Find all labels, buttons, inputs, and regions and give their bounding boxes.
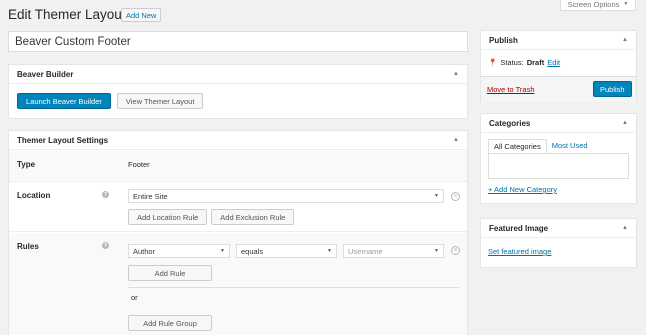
rule-field-select[interactable]: Author ▼ [128, 244, 230, 258]
post-title-input[interactable]: Beaver Custom Footer [8, 31, 468, 52]
featured-image-box: Featured Image ▲ Set featured image [480, 218, 637, 268]
add-rule-group-button[interactable]: Add Rule Group [128, 315, 212, 331]
chevron-down-icon: ▼ [327, 248, 332, 254]
rule-field-value: Author [133, 246, 156, 256]
tab-all-categories[interactable]: All Categories [488, 139, 547, 154]
chevron-down-icon: ▼ [434, 193, 439, 199]
rule-value-select[interactable]: Username ▼ [343, 244, 444, 258]
categories-header[interactable]: Categories ▲ [481, 114, 636, 133]
publish-button[interactable]: Publish [593, 81, 632, 97]
launch-beaver-builder-button[interactable]: Launch Beaver Builder [17, 93, 111, 109]
add-exclusion-rule-button[interactable]: Add Exclusion Rule [211, 209, 295, 225]
add-location-rule-button[interactable]: Add Location Rule [128, 209, 208, 225]
beaver-builder-box: Beaver Builder ▲ Launch Beaver Builder V… [8, 64, 468, 119]
edit-status-link[interactable]: Edit [547, 58, 560, 67]
rule-operator-select[interactable]: equals ▼ [236, 244, 337, 258]
publish-actions: Move to Trash Publish [481, 76, 636, 102]
status-line: 📍 Status: Draft Edit [488, 58, 560, 67]
location-row: Location ? Entire Site ▼ × Add Location … [9, 182, 467, 232]
chevron-down-icon: ▼ [434, 248, 439, 254]
publish-header[interactable]: Publish ▲ [481, 31, 636, 50]
chevron-down-icon: ▼ [623, 1, 629, 7]
publish-box: Publish ▲ 📍 Status: Draft Edit Move to T… [480, 30, 637, 102]
themer-settings-box: Themer Layout Settings ▲ Type Footer Loc… [8, 130, 468, 335]
screen-options-label: Screen Options [567, 0, 620, 9]
type-value: Footer [128, 160, 150, 169]
category-list[interactable] [488, 153, 629, 179]
location-label: Location [17, 191, 51, 200]
type-row: Type Footer [9, 151, 467, 182]
themer-settings-title: Themer Layout Settings [17, 135, 109, 145]
chevron-down-icon: ▼ [220, 248, 225, 254]
remove-icon[interactable]: × [451, 192, 460, 201]
move-to-trash-link[interactable]: Move to Trash [487, 85, 535, 94]
beaver-builder-title: Beaver Builder [17, 69, 74, 79]
remove-icon[interactable]: × [451, 246, 460, 255]
categories-title: Categories [489, 118, 531, 128]
publish-title: Publish [489, 35, 518, 45]
collapse-caret-icon[interactable]: ▲ [622, 120, 628, 126]
rules-label: Rules [17, 242, 39, 251]
featured-image-header[interactable]: Featured Image ▲ [481, 219, 636, 238]
or-label: or [131, 293, 138, 302]
status-label: Status: [500, 58, 524, 67]
collapse-caret-icon[interactable]: ▲ [622, 37, 628, 43]
status-value: Draft [526, 58, 545, 67]
collapse-caret-icon[interactable]: ▲ [453, 137, 459, 143]
beaver-builder-header[interactable]: Beaver Builder ▲ [9, 65, 467, 84]
location-select-value: Entire Site [133, 191, 168, 201]
set-featured-image-link[interactable]: Set featured image [488, 247, 551, 256]
page-title: Edit Themer Layout [8, 7, 126, 22]
featured-image-title: Featured Image [489, 223, 549, 233]
pin-icon: 📍 [488, 58, 498, 67]
category-tabs: All Categories Most Used [488, 139, 593, 154]
location-select[interactable]: Entire Site ▼ [128, 189, 444, 203]
screen-options-button[interactable]: Screen Options ▼ [560, 0, 636, 11]
help-icon[interactable]: ? [102, 191, 109, 198]
collapse-caret-icon[interactable]: ▲ [453, 71, 459, 77]
add-rule-button[interactable]: Add Rule [128, 265, 212, 281]
type-label: Type [17, 160, 36, 169]
rule-operator-value: equals [241, 246, 264, 256]
rule-value-placeholder: Username [348, 246, 383, 256]
view-themer-layout-button[interactable]: View Themer Layout [116, 93, 204, 109]
collapse-caret-icon[interactable]: ▲ [622, 225, 628, 231]
help-icon[interactable]: ? [102, 242, 109, 249]
tab-most-used[interactable]: Most Used [547, 139, 593, 154]
add-new-button[interactable]: Add New [121, 8, 162, 22]
themer-settings-header[interactable]: Themer Layout Settings ▲ [9, 131, 467, 150]
rules-row: Rules ? Author ▼ equals ▼ Username ▼ × A… [9, 233, 467, 335]
add-new-category-link[interactable]: + Add New Category [488, 185, 557, 194]
categories-box: Categories ▲ All Categories Most Used + … [480, 113, 637, 204]
rule-group-divider [128, 287, 459, 288]
